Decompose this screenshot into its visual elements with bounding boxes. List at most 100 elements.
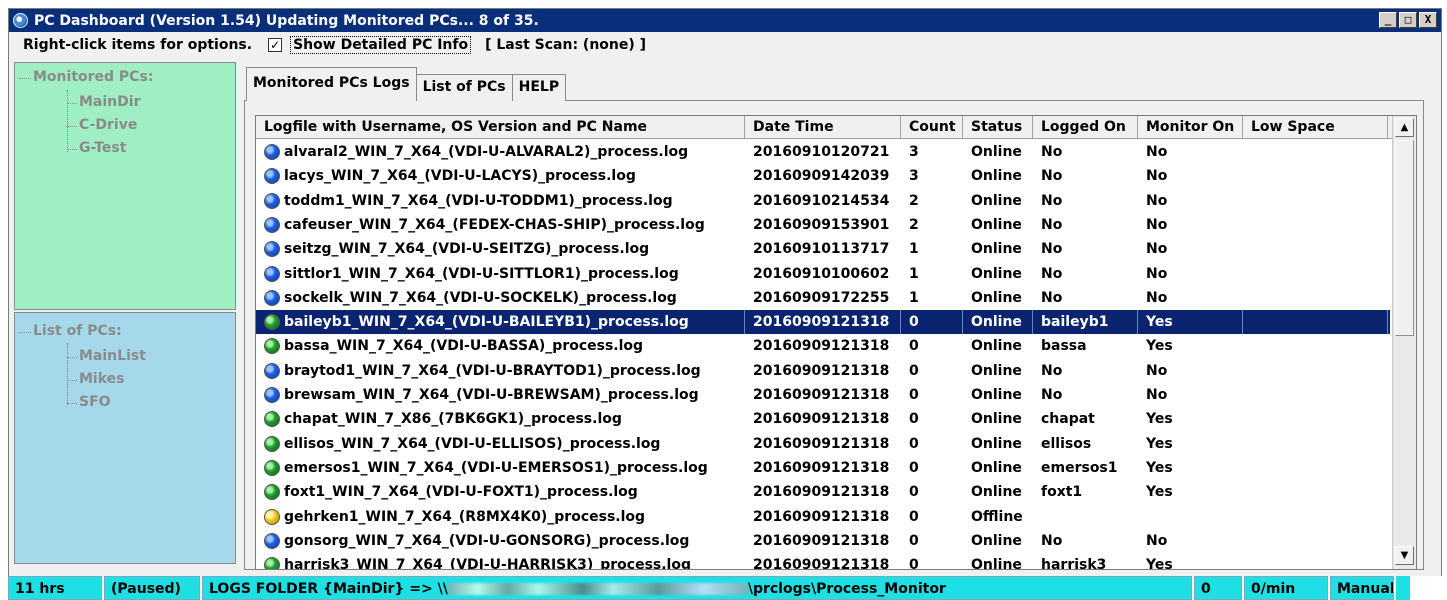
cell-status: Online — [971, 168, 1022, 185]
table-row[interactable]: seitzg_WIN_7_X64_(VDI-U-SEITZG)_process.… — [256, 237, 1390, 261]
cell-date-time: 20160909172255 — [753, 289, 890, 306]
show-detailed-checkbox[interactable]: ✓ — [268, 38, 283, 52]
cell-monitor-on: Yes — [1146, 557, 1173, 570]
tree-root-monitored[interactable]: Monitored PCs: — [18, 69, 153, 85]
cell-count: 0 — [909, 338, 919, 355]
tree-item-mainlist[interactable]: MainList — [67, 348, 146, 364]
tree-item-mikes[interactable]: Mikes — [67, 371, 125, 387]
table-row[interactable]: alvaral2_WIN_7_X64_(VDI-U-ALVARAL2)_proc… — [256, 140, 1390, 164]
cell-date-time: 20160909121318 — [753, 435, 890, 452]
column-header-date-time[interactable]: Date Time — [745, 116, 901, 139]
cell-count: 0 — [909, 532, 919, 549]
minimize-button[interactable]: _ — [1379, 12, 1397, 28]
cell-status: Online — [971, 289, 1022, 306]
column-header-low-space[interactable]: Low Space — [1243, 116, 1388, 139]
cell-logfile: lacys_WIN_7_X64_(VDI-U-LACYS)_process.lo… — [256, 164, 745, 188]
table-row[interactable]: lacys_WIN_7_X64_(VDI-U-LACYS)_process.lo… — [256, 164, 1390, 188]
logfile-name: cafeuser_WIN_7_X64_(FEDEX-CHAS-SHIP)_pro… — [284, 216, 705, 233]
cell-status: Online — [971, 557, 1022, 570]
maximize-button[interactable]: □ — [1399, 12, 1417, 28]
logfile-name: seitzg_WIN_7_X64_(VDI-U-SEITZG)_process.… — [284, 241, 650, 258]
status-paused[interactable]: (Paused) — [104, 576, 200, 600]
blue-status-icon — [264, 241, 280, 258]
table-row[interactable]: gehrken1_WIN_7_X64_(R8MX4K0)_process.log… — [256, 505, 1390, 529]
cell-logfile: toddm1_WIN_7_X64_(VDI-U-TODDM1)_process.… — [256, 189, 745, 213]
list-of-pcs-tree[interactable]: List of PCs: MainList Mikes SFO — [14, 312, 236, 564]
tab-help[interactable]: HELP — [511, 74, 567, 101]
cell-low-space — [1243, 480, 1388, 504]
resize-grip[interactable] — [1396, 576, 1410, 600]
logs-grid[interactable]: Logfile with Username, OS Version and PC… — [255, 115, 1417, 570]
cell-logged-on: ellisos — [1041, 435, 1092, 452]
blue-status-icon — [264, 144, 280, 160]
status-logs-folder[interactable]: LOGS FOLDER {MainDir} => \\ \prclogs\Proc… — [202, 576, 1192, 600]
cell-low-space — [1243, 529, 1388, 553]
table-row[interactable]: harrisk3_WIN_7_X64_(VDI-U-HARRISK3)_proc… — [256, 553, 1390, 570]
status-bar: 11 hrs (Paused) LOGS FOLDER {MainDir} =>… — [8, 576, 1442, 600]
column-header-status[interactable]: Status — [963, 116, 1033, 139]
cell-date-time: 20160909121318 — [753, 387, 890, 403]
table-row[interactable]: baileyb1_WIN_7_X64_(VDI-U-BAILEYB1)_proc… — [256, 310, 1390, 335]
cell-low-space — [1243, 432, 1388, 456]
table-row[interactable]: ellisos_WIN_7_X64_(VDI-U-ELLISOS)_proces… — [256, 432, 1390, 456]
cell-count: 0 — [909, 459, 919, 476]
table-row[interactable]: sockelk_WIN_7_X64_(VDI-U-SOCKELK)_proces… — [256, 286, 1390, 310]
tree-item-c-drive[interactable]: C-Drive — [66, 117, 137, 133]
cell-status: Online — [971, 435, 1022, 452]
table-row[interactable]: bassa_WIN_7_X64_(VDI-U-BASSA)_process.lo… — [256, 334, 1390, 358]
cell-date-time: 20160909121318 — [753, 484, 890, 501]
monitored-pcs-tree[interactable]: Monitored PCs: MainDir C-Drive G-Test — [14, 62, 236, 310]
table-row[interactable]: foxt1_WIN_7_X64_(VDI-U-FOXT1)_process.lo… — [256, 480, 1390, 504]
tree-item-g-test[interactable]: G-Test — [66, 140, 126, 156]
scroll-up-button[interactable]: ▲ — [1395, 118, 1414, 137]
table-row[interactable]: gonsorg_WIN_7_X64_(VDI-U-GONSORG)_proces… — [256, 529, 1390, 553]
title-bar[interactable]: PC Dashboard (Version 1.54) Updating Mon… — [9, 9, 1441, 32]
cell-monitor-on: Yes — [1138, 310, 1243, 335]
show-detailed-label[interactable]: Show Detailed PC Info — [290, 36, 472, 54]
cell-status: Online — [971, 216, 1022, 233]
table-row[interactable]: emersos1_WIN_7_X64_(VDI-U-EMERSOS1)_proc… — [256, 456, 1390, 480]
tree-root-list[interactable]: List of PCs: — [19, 323, 122, 339]
column-header-count[interactable]: Count — [901, 116, 963, 139]
cell-date-time: 20160909142039 — [753, 168, 890, 185]
column-header-monitor-on[interactable]: Monitor On — [1138, 116, 1243, 139]
table-row[interactable]: braytod1_WIN_7_X64_(VDI-U-BRAYTOD1)_proc… — [256, 359, 1390, 383]
cell-status: Online — [971, 338, 1022, 355]
cell-logged-on: harrisk3 — [1041, 557, 1107, 570]
table-row[interactable]: brewsam_WIN_7_X64_(VDI-U-BREWSAM)_proces… — [256, 383, 1390, 407]
column-header-logfile[interactable]: Logfile with Username, OS Version and PC… — [256, 116, 745, 139]
cell-monitor-on: Yes — [1146, 435, 1173, 452]
tab-list-of-pcs[interactable]: List of PCs — [415, 74, 513, 101]
close-button[interactable]: X — [1419, 12, 1437, 28]
vertical-scrollbar[interactable]: ▲ ▼ — [1392, 116, 1416, 569]
cell-date-time: 20160909121318 — [753, 557, 890, 570]
tree-item-maindir[interactable]: MainDir — [66, 94, 140, 110]
tab-monitored-pcs-logs[interactable]: Monitored PCs Logs — [246, 67, 417, 101]
scroll-down-button[interactable]: ▼ — [1395, 546, 1414, 565]
cell-count: 1 — [909, 289, 919, 306]
table-row[interactable]: sittlor1_WIN_7_X64_(VDI-U-SITTLOR1)_proc… — [256, 262, 1390, 286]
cell-status: Online — [971, 459, 1022, 476]
cell-low-space — [1243, 164, 1388, 188]
logs-folder-suffix: \prclogs\Process_Monitor — [747, 581, 946, 597]
cell-low-space — [1243, 213, 1388, 237]
blue-status-icon — [264, 265, 280, 282]
cell-status: Online — [971, 144, 1022, 160]
cell-logged-on: No — [1041, 192, 1063, 209]
status-mode[interactable]: Manual — [1330, 576, 1394, 600]
table-row[interactable]: chapat_WIN_7_X86_(7BK6GK1)_process.log 20… — [256, 407, 1390, 431]
cell-date-time: 20160910113717 — [753, 241, 890, 258]
status-hours: 11 hrs — [8, 576, 102, 600]
logfile-name: gehrken1_WIN_7_X64_(R8MX4K0)_process.log — [284, 508, 646, 525]
grid-header: Logfile with Username, OS Version and PC… — [256, 116, 1416, 139]
cell-logged-on: No — [1041, 241, 1063, 258]
column-header-logged-on[interactable]: Logged On — [1033, 116, 1138, 139]
logfile-name: chapat_WIN_7_X86_(7BK6GK1)_process.log — [284, 411, 622, 428]
cell-logged-on: foxt1 — [1041, 484, 1083, 501]
table-row[interactable]: toddm1_WIN_7_X64_(VDI-U-TODDM1)_process.… — [256, 189, 1390, 213]
logs-folder-prefix: LOGS FOLDER {MainDir} => \\ — [209, 581, 448, 597]
tree-item-sfo[interactable]: SFO — [67, 394, 111, 410]
table-row[interactable]: cafeuser_WIN_7_X64_(FEDEX-CHAS-SHIP)_pro… — [256, 213, 1390, 237]
cell-date-time: 20160909121318 — [753, 362, 890, 379]
scroll-thumb[interactable] — [1395, 140, 1414, 336]
